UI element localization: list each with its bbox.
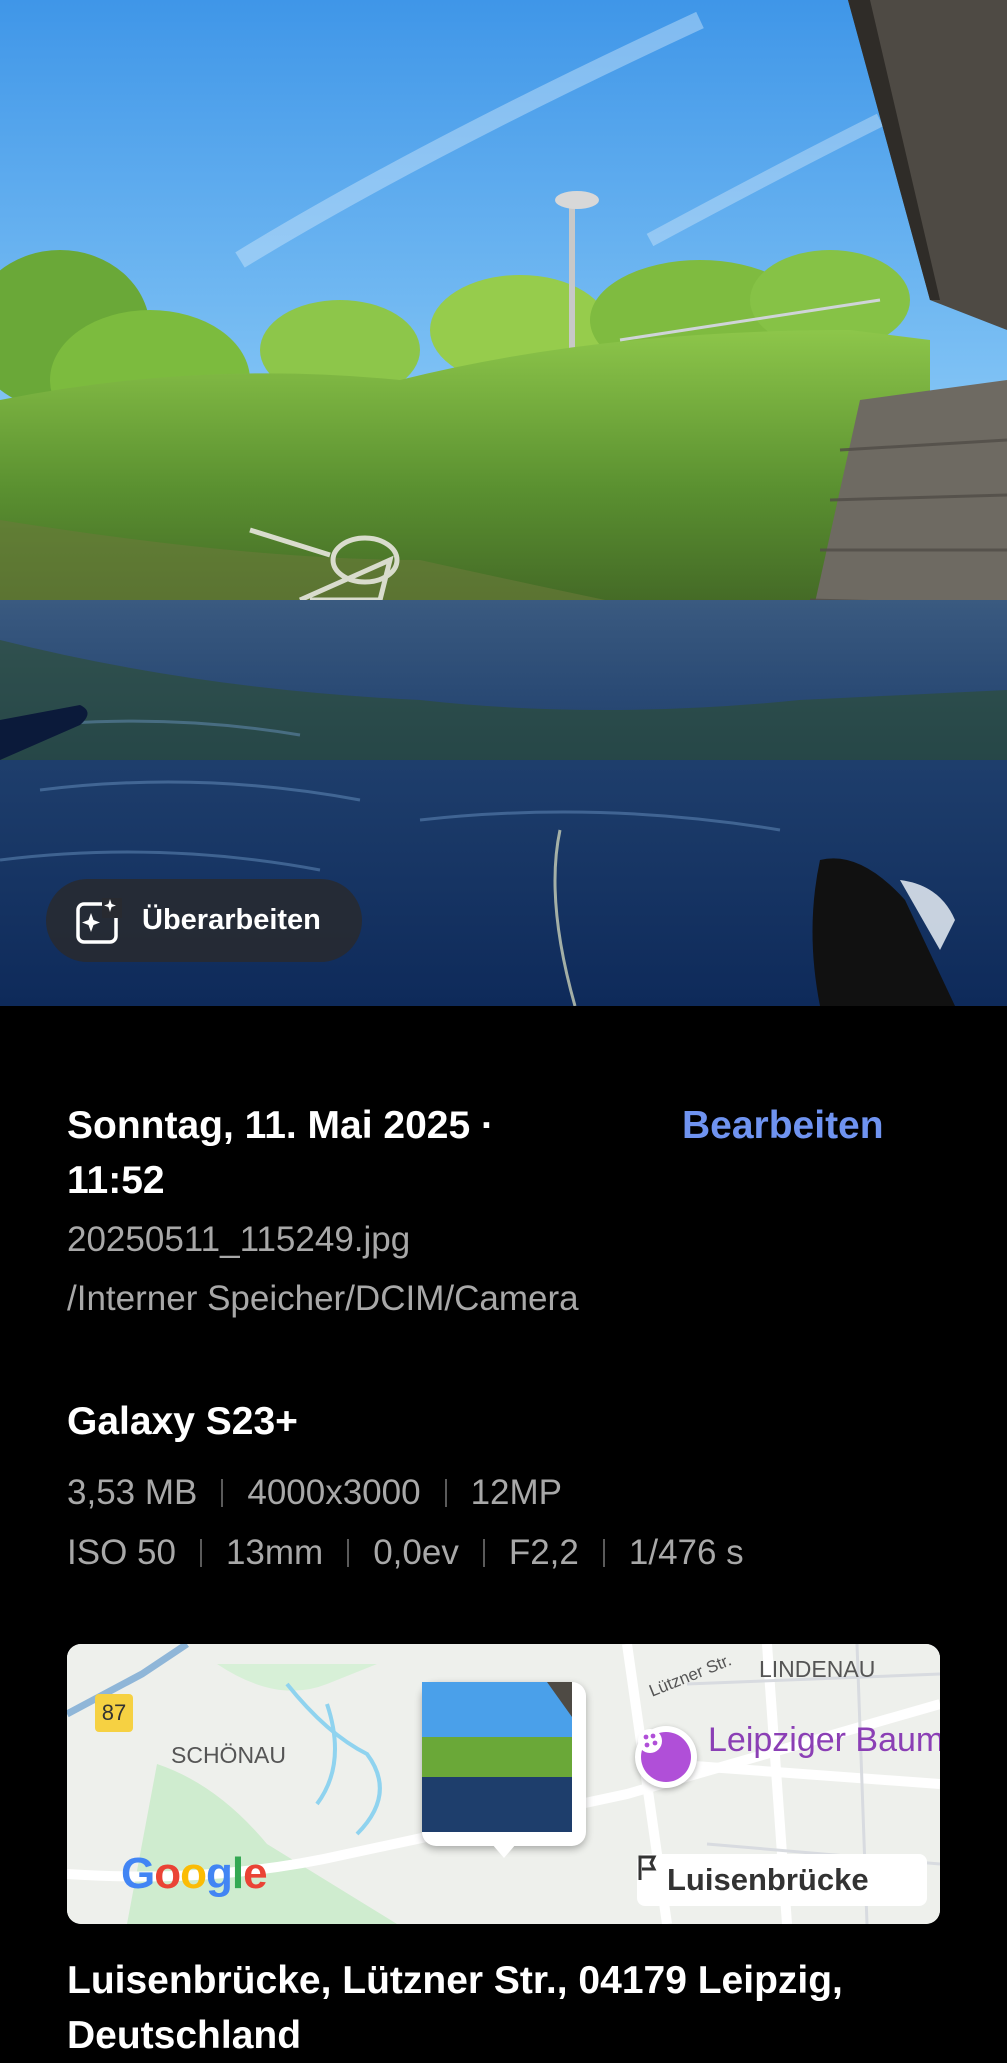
aperture: F2,2: [508, 1533, 579, 1572]
thumbnail-image: [422, 1682, 572, 1832]
details-panel: Sonntag, 11. Mai 2025 · 11:52 Bearbeiten…: [0, 1006, 1007, 2057]
road-number-badge: 87: [95, 1694, 133, 1732]
camera-specs-row: ISO 50 13mm 0,0ev F2,2 1/476 s: [67, 1533, 744, 1573]
resolution: 4000x3000: [247, 1473, 421, 1512]
file-name: 20250511_115249.jpg: [67, 1220, 411, 1259]
place-chip[interactable]: Luisenbrücke: [637, 1854, 927, 1906]
focal-length: 13mm: [225, 1533, 324, 1572]
enhance-button-label: Überarbeiten: [142, 904, 321, 936]
megapixels: 12MP: [470, 1473, 563, 1512]
sparkle-frame-icon: [74, 896, 124, 946]
date-time: Sonntag, 11. Mai 2025 · 11:52: [67, 1104, 494, 1202]
location-address: Luisenbrücke, Lützner Str., 04179 Leipzi…: [67, 1959, 843, 2057]
exposure-value: 0,0ev: [373, 1533, 459, 1572]
divider: [482, 1539, 485, 1567]
device-name: Galaxy S23+: [67, 1400, 298, 1443]
location-map[interactable]: 87 SCHÖNAU LINDENAU Lützner Str. Leipzig…: [67, 1644, 940, 1924]
divider: [221, 1479, 224, 1507]
photo-viewer[interactable]: Überarbeiten: [0, 0, 1007, 1006]
map-area-label: LINDENAU: [759, 1656, 876, 1682]
file-size: 3,53 MB: [67, 1473, 198, 1512]
map-area-label: SCHÖNAU: [171, 1742, 287, 1768]
divider: [347, 1539, 350, 1567]
iso: ISO 50: [67, 1533, 176, 1572]
file-path: /Interner Speicher/DCIM/Camera: [67, 1279, 579, 1318]
file-specs-row: 3,53 MB 4000x3000 12MP: [67, 1473, 562, 1513]
poi-name-text: Leipziger Baumwollspin: [708, 1721, 940, 1759]
poi-name: Leipziger Baumwollspin: [708, 1719, 940, 1761]
place-chip-label: Luisenbrücke: [667, 1862, 869, 1897]
divider: [444, 1479, 447, 1507]
google-logo: Google: [121, 1849, 268, 1898]
edit-button[interactable]: Bearbeiten: [682, 1098, 884, 1153]
divider: [602, 1539, 605, 1567]
poi-pin-icon[interactable]: [635, 1726, 697, 1788]
enhance-button[interactable]: Überarbeiten: [46, 879, 362, 962]
thumbnail-pointer: [492, 1844, 516, 1858]
photo-thumbnail[interactable]: [422, 1682, 586, 1846]
photo-image: [0, 0, 1007, 1006]
shutter-speed: 1/476 s: [628, 1533, 744, 1572]
divider: [199, 1539, 202, 1567]
